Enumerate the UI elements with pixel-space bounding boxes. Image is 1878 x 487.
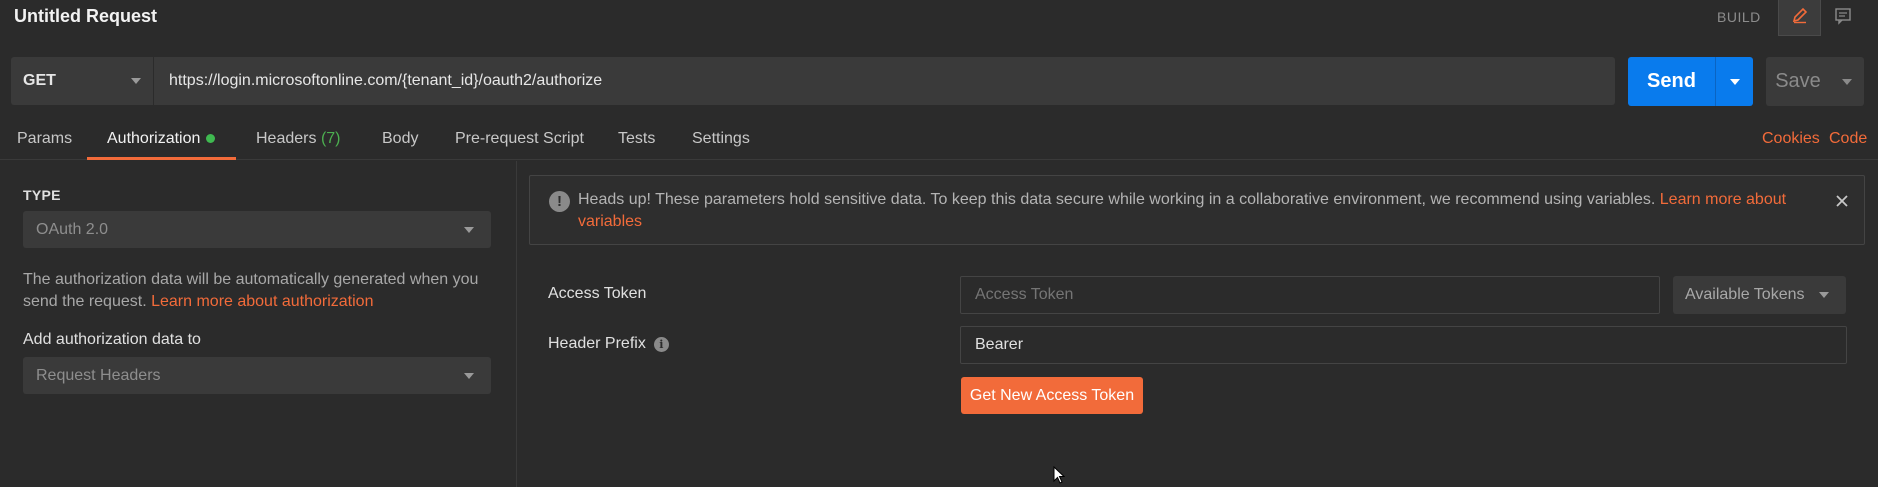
code-link[interactable]: Code [1829, 130, 1867, 148]
header-prefix-label: Header Prefix i [548, 335, 669, 353]
add-auth-to-value: Request Headers [36, 366, 161, 384]
alert-message: Heads up! These parameters hold sensitiv… [578, 189, 1788, 233]
tab-label: Params [17, 130, 73, 147]
tab-settings[interactable]: Settings [692, 130, 750, 148]
chevron-down-icon [1842, 78, 1852, 85]
headers-count-badge: (7) [320, 130, 341, 147]
auth-type-value: OAuth 2.0 [36, 220, 109, 238]
mouse-pointer-icon [1053, 465, 1066, 487]
auth-settings-pane: TYPE OAuth 2.0 The authorization data wi… [0, 161, 517, 487]
close-icon[interactable] [1832, 191, 1852, 211]
mode-toggle [1778, 0, 1864, 36]
chevron-down-icon [1819, 292, 1829, 298]
alert-text: Heads up! These parameters hold sensitiv… [578, 191, 1660, 208]
comments-mode-button[interactable] [1821, 0, 1864, 36]
tab-label: Body [382, 130, 419, 147]
mode-label: BUILD [1717, 9, 1761, 25]
chevron-down-icon [464, 227, 474, 233]
comment-icon [1834, 7, 1852, 30]
request-title[interactable]: Untitled Request [14, 6, 157, 27]
save-button[interactable]: Save [1766, 70, 1830, 93]
url-input[interactable]: https://login.microsoftonline.com/{tenan… [153, 57, 1615, 105]
add-auth-to-label: Add authorization data to [23, 331, 201, 348]
active-tab-indicator [87, 157, 236, 160]
method-select[interactable]: GET [11, 57, 153, 105]
tab-label: Settings [692, 130, 750, 147]
get-new-access-token-button[interactable]: Get New Access Token [961, 377, 1143, 414]
add-auth-to-select[interactable]: Request Headers [23, 357, 491, 394]
auth-description: The authorization data will be automatic… [23, 269, 493, 313]
tab-authorization[interactable]: Authorization [107, 130, 216, 148]
tab-body[interactable]: Body [382, 130, 418, 148]
tab-label: Tests [618, 130, 656, 147]
type-label: TYPE [23, 187, 61, 203]
tab-label: Headers [256, 130, 317, 147]
url-value: https://login.microsoftonline.com/{tenan… [169, 72, 603, 89]
label-text: Access Token [548, 285, 647, 302]
method-value: GET [23, 72, 56, 89]
send-options-dropdown[interactable] [1716, 78, 1753, 85]
tab-label: Pre-request Script [455, 130, 584, 147]
pencil-icon [1791, 6, 1809, 29]
header-prefix-input[interactable]: Bearer [960, 326, 1847, 364]
exclamation-icon: ! [549, 191, 570, 212]
label-text: Header Prefix [548, 335, 646, 352]
learn-more-authorization-link[interactable]: Learn more about authorization [151, 293, 373, 310]
chevron-down-icon [464, 373, 474, 379]
info-icon[interactable]: i [653, 336, 669, 352]
available-tokens-select[interactable]: Available Tokens [1673, 276, 1846, 314]
cookies-link[interactable]: Cookies [1762, 130, 1820, 148]
save-options-dropdown[interactable] [1830, 78, 1864, 85]
sensitive-data-alert: ! Heads up! These parameters hold sensit… [529, 175, 1865, 245]
tab-label: Authorization [107, 130, 201, 147]
auth-type-select[interactable]: OAuth 2.0 [23, 211, 491, 248]
tab-headers[interactable]: Headers (7) [256, 130, 341, 148]
active-status-dot [206, 134, 216, 144]
send-button[interactable]: Send [1628, 70, 1715, 93]
access-token-input[interactable] [960, 276, 1660, 314]
title-bar: Untitled Request BUILD [0, 0, 1878, 36]
request-tabs: Params Authorization Headers (7) Body Pr… [0, 120, 1878, 160]
available-tokens-label: Available Tokens [1685, 286, 1805, 303]
header-prefix-value: Bearer [975, 336, 1024, 353]
access-token-label: Access Token [548, 285, 646, 303]
build-mode-button[interactable] [1778, 0, 1821, 36]
tab-params[interactable]: Params [17, 130, 72, 148]
save-button-group: Save [1766, 57, 1864, 106]
send-button-group: Send [1628, 57, 1753, 106]
chevron-down-icon [131, 78, 141, 84]
tab-pre-request-script[interactable]: Pre-request Script [455, 130, 584, 148]
tab-tests[interactable]: Tests [618, 130, 655, 148]
chevron-down-icon [1729, 78, 1740, 85]
